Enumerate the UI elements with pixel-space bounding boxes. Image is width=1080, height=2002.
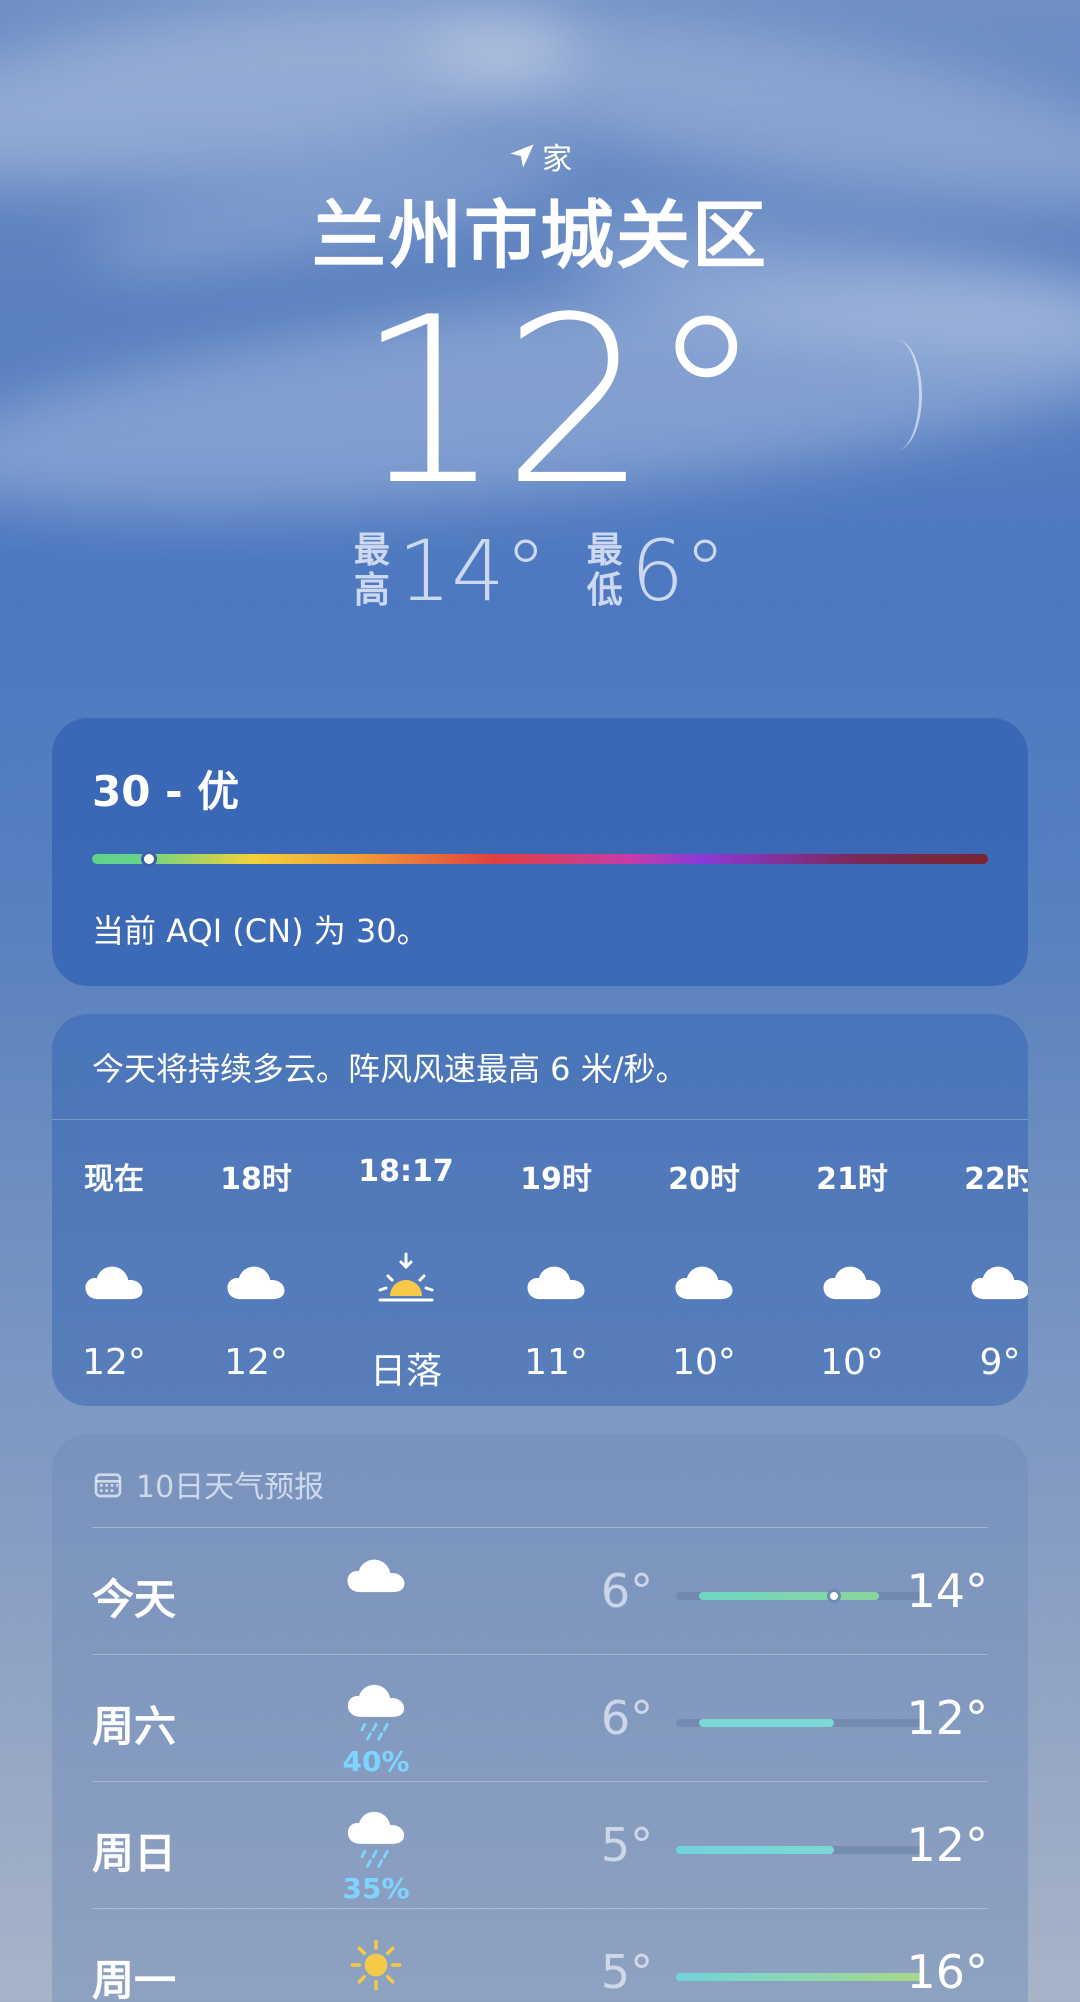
- hour-item: 18时 12°: [186, 1154, 326, 1383]
- cloud-rain-icon: 35%: [336, 1810, 416, 1905]
- low-label-char: 低: [586, 570, 623, 611]
- aqi-indicator: [141, 851, 158, 867]
- current-temp-marker: [826, 1589, 841, 1603]
- high-label-char: 高: [353, 570, 390, 611]
- aqi-description: 当前 AQI (CN) 为 30。: [92, 912, 429, 950]
- daily-row[interactable]: 周六 40% 6° 12°: [92, 1655, 988, 1782]
- hourly-scroller[interactable]: 现在 12° 18时 12° 18:17 日落 19时 11° 20时 10° 21时 10° 22时 9…: [52, 1154, 1028, 1404]
- temp-range-track: [676, 1846, 924, 1854]
- location-line: 家: [0, 136, 1080, 177]
- temp-range-track: [676, 1589, 924, 1603]
- hour-item: 18:17 日落: [336, 1154, 476, 1394]
- hour-label: 20时: [668, 1162, 740, 1197]
- day-high-temp: 14°: [906, 1564, 988, 1618]
- daily-list: 今天 6° 14° 周六 40% 6° 12° 周日 35% 5° 12° 周一 5° 16°: [92, 1528, 988, 2002]
- high-temp: 14°: [397, 522, 547, 620]
- day-name: 周日: [92, 1829, 177, 1878]
- hour-item: 20时 10°: [634, 1154, 774, 1383]
- hour-item: 22时 9°: [930, 1154, 1028, 1383]
- hourly-forecast-card[interactable]: 今天将持续多云。阵风风速最高 6 米/秒。 现在 12° 18时 12° 18:17 日落…: [52, 1014, 1028, 1406]
- location-tag: 家: [542, 142, 572, 177]
- daily-forecast-header: 10日天气预报: [92, 1434, 988, 1528]
- cloud-icon: [782, 1252, 922, 1312]
- day-high-temp: 16°: [906, 1945, 988, 1999]
- precipitation-chance: 40%: [342, 1745, 410, 1778]
- hour-temp: 10°: [820, 1342, 884, 1383]
- hour-temp: 日落: [369, 1351, 442, 1392]
- low-label-char: 最: [586, 530, 623, 571]
- day-high-temp: 12°: [906, 1691, 988, 1745]
- hour-label: 18时: [220, 1162, 292, 1197]
- high-low: 最 高 14° 最 低 6°: [0, 526, 1080, 616]
- cloud-icon: [634, 1252, 774, 1312]
- air-quality-card[interactable]: 30 - 优 当前 AQI (CN) 为 30。: [52, 718, 1028, 986]
- hour-label: 19时: [520, 1162, 592, 1197]
- daily-forecast-card[interactable]: 10日天气预报 今天 6° 14° 周六 40% 6° 12° 周日 35% 5° 12° 周一 5° 1…: [52, 1434, 1028, 2002]
- high-label: 最 高: [354, 531, 390, 611]
- daily-forecast-title: 10日天气预报: [136, 1469, 325, 1505]
- cloud-icon: [930, 1252, 1028, 1312]
- cloud-rain-icon: 40%: [336, 1683, 416, 1778]
- calendar-icon: [94, 1472, 122, 1497]
- daily-row[interactable]: 周一 5° 16°: [92, 1909, 988, 2002]
- cloud-icon: [336, 1556, 416, 1598]
- day-low-temp: 6°: [600, 1691, 654, 1745]
- hour-label: 21时: [816, 1162, 888, 1197]
- day-low-temp: 6°: [600, 1564, 654, 1618]
- hour-label: 18:17: [358, 1154, 454, 1189]
- day-name: 周六: [92, 1702, 177, 1751]
- hour-item: 21时 10°: [782, 1154, 922, 1383]
- hour-temp: 12°: [82, 1342, 146, 1383]
- low-temp: 6°: [630, 522, 727, 620]
- temp-range-track: [676, 1719, 924, 1727]
- high-temp-group: 最 高 14°: [354, 526, 547, 616]
- sunset-icon: [336, 1252, 476, 1312]
- hourly-summary: 今天将持续多云。阵风风速最高 6 米/秒。: [52, 1014, 1028, 1120]
- low-temp-group: 最 低 6°: [587, 526, 726, 616]
- daily-row[interactable]: 周日 35% 5° 12°: [92, 1782, 988, 1909]
- temp-range-bar: [676, 1973, 924, 1981]
- hour-item: 现在 12°: [52, 1154, 184, 1383]
- hour-temp: 9°: [979, 1342, 1021, 1383]
- current-weather-header: 家 兰州市城关区 12° 最 高 14° 最 低 6°: [0, 136, 1080, 616]
- day-low-temp: 5°: [600, 1818, 654, 1872]
- hour-temp: 11°: [524, 1342, 588, 1383]
- hour-temp: 10°: [672, 1342, 736, 1383]
- hour-label: 22时: [964, 1162, 1028, 1197]
- cloud-icon: [186, 1252, 326, 1312]
- temp-range-track: [676, 1973, 924, 1981]
- precipitation-chance: 35%: [342, 1872, 410, 1905]
- location-arrow-icon: [510, 144, 534, 168]
- low-label: 最 低: [587, 531, 623, 611]
- high-label-char: 最: [353, 530, 390, 571]
- hour-temp: 12°: [224, 1342, 288, 1383]
- cloud-icon: [52, 1252, 184, 1312]
- cloud-icon: [486, 1252, 626, 1312]
- temp-range-bar: [698, 1719, 834, 1727]
- day-name: 今天: [92, 1575, 177, 1624]
- sun-icon: [336, 1937, 416, 1997]
- hour-item: 19时 11°: [486, 1154, 626, 1383]
- day-name: 周一: [92, 1956, 177, 2002]
- aqi-scale-bar: [92, 851, 988, 867]
- hour-label: 现在: [84, 1162, 144, 1197]
- aqi-title: 30 - 优: [92, 767, 240, 816]
- day-high-temp: 12°: [906, 1818, 988, 1872]
- day-low-temp: 5°: [600, 1945, 654, 1999]
- temp-range-bar: [676, 1846, 834, 1854]
- temp-range-bar: [698, 1592, 879, 1600]
- current-temperature: 12°: [356, 269, 764, 536]
- daily-row[interactable]: 今天 6° 14°: [92, 1528, 988, 1655]
